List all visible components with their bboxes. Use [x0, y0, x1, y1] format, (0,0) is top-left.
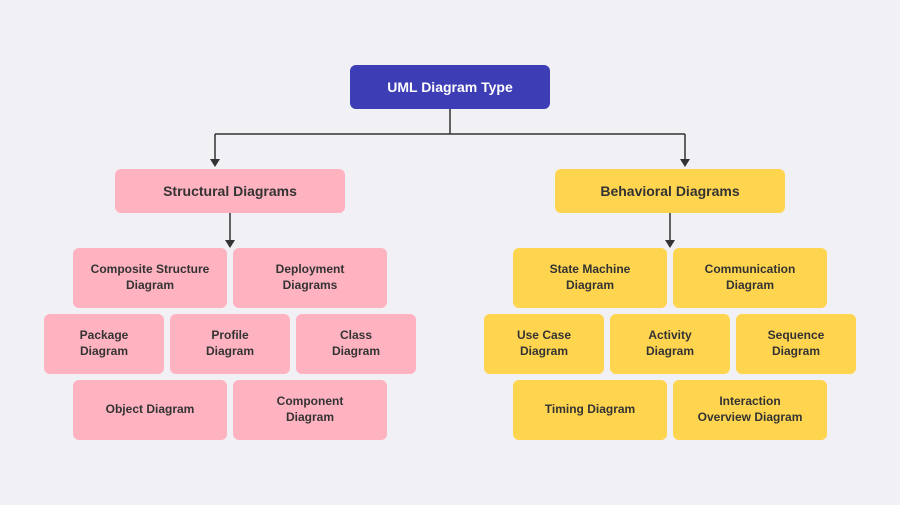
structural-grid: Composite StructureDiagram DeploymentDia…: [20, 248, 440, 440]
behavioral-row-3: Timing Diagram InteractionOverview Diagr…: [460, 380, 880, 440]
sequence-diagram: SequenceDiagram: [736, 314, 856, 374]
structural-row-2: PackageDiagram ProfileDiagram ClassDiagr…: [20, 314, 440, 374]
top-connectors: [20, 109, 880, 169]
behavioral-row-2: Use CaseDiagram ActivityDiagram Sequence…: [460, 314, 880, 374]
behavioral-header-box: Behavioral Diagrams: [555, 169, 785, 213]
uml-root-box: UML Diagram Type: [350, 65, 550, 109]
composite-structure-diagram: Composite StructureDiagram: [73, 248, 227, 308]
top-row: UML Diagram Type: [350, 65, 550, 109]
structural-header-box: Structural Diagrams: [115, 169, 345, 213]
communication-diagram: CommunicationDiagram: [673, 248, 827, 308]
interaction-overview-diagram: InteractionOverview Diagram: [673, 380, 827, 440]
deployment-diagrams: DeploymentDiagrams: [233, 248, 387, 308]
activity-diagram: ActivityDiagram: [610, 314, 730, 374]
two-columns: Structural Diagrams Composite StructureD…: [20, 169, 880, 440]
state-machine-diagram: State MachineDiagram: [513, 248, 667, 308]
package-diagram: PackageDiagram: [44, 314, 164, 374]
use-case-diagram: Use CaseDiagram: [484, 314, 604, 374]
object-diagram: Object Diagram: [73, 380, 227, 440]
behavioral-arrow: [555, 213, 785, 248]
behavioral-header-row: Behavioral Diagrams: [555, 169, 785, 213]
profile-diagram: ProfileDiagram: [170, 314, 290, 374]
behavioral-grid: State MachineDiagram CommunicationDiagra…: [460, 248, 880, 440]
structural-row-3: Object Diagram ComponentDiagram: [20, 380, 440, 440]
structural-header-row: Structural Diagrams: [115, 169, 345, 213]
behavioral-column: Behavioral Diagrams State MachineDiagram…: [460, 169, 880, 440]
behavioral-row-1: State MachineDiagram CommunicationDiagra…: [460, 248, 880, 308]
structural-arrow: [115, 213, 345, 248]
diagram-container: UML Diagram Type Structural Diagrams: [20, 65, 880, 440]
structural-row-1: Composite StructureDiagram DeploymentDia…: [20, 248, 440, 308]
component-diagram: ComponentDiagram: [233, 380, 387, 440]
timing-diagram: Timing Diagram: [513, 380, 667, 440]
class-diagram: ClassDiagram: [296, 314, 416, 374]
structural-column: Structural Diagrams Composite StructureD…: [20, 169, 440, 440]
